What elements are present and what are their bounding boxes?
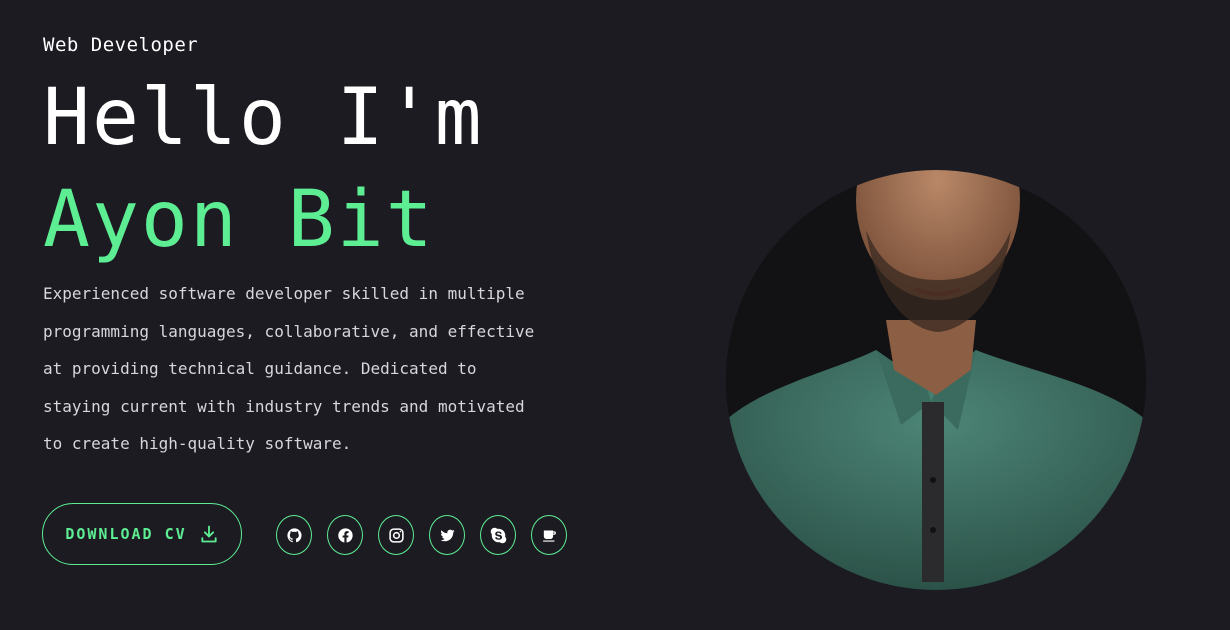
twitter-link[interactable] (429, 515, 465, 555)
download-cv-label: DOWNLOAD CV (65, 525, 187, 543)
bio-line: programming languages, collaborative, an… (43, 321, 535, 341)
coffee-icon (542, 530, 556, 542)
instagram-link[interactable] (378, 515, 414, 555)
bio-line: staying current with industry trends and… (43, 396, 525, 416)
bio-line: to create high-quality software. (43, 434, 352, 453)
download-cv-button[interactable]: DOWNLOAD CV (42, 503, 242, 565)
github-icon (286, 527, 302, 542)
twitter-icon (439, 529, 455, 541)
role-label: Web Developer (43, 34, 199, 56)
greeting-heading: Hello I'm (43, 73, 484, 163)
bio-line: Experienced software developer skilled i… (43, 284, 525, 303)
social-links (276, 515, 567, 555)
facebook-icon (337, 527, 353, 543)
profile-photo (726, 170, 1146, 590)
github-link[interactable] (276, 515, 312, 555)
skype-icon (490, 527, 506, 543)
facebook-link[interactable] (327, 515, 363, 555)
bio-line: at providing technical guidance. Dedicat… (43, 359, 477, 378)
name-heading: Ayon Bit (43, 175, 435, 265)
download-icon (201, 525, 217, 543)
bio-text: Experienced software developer skilled i… (43, 275, 563, 463)
coffee-link[interactable] (531, 515, 567, 555)
profile-portrait-image (726, 170, 1146, 590)
instagram-icon (388, 527, 404, 543)
skype-link[interactable] (480, 515, 516, 555)
